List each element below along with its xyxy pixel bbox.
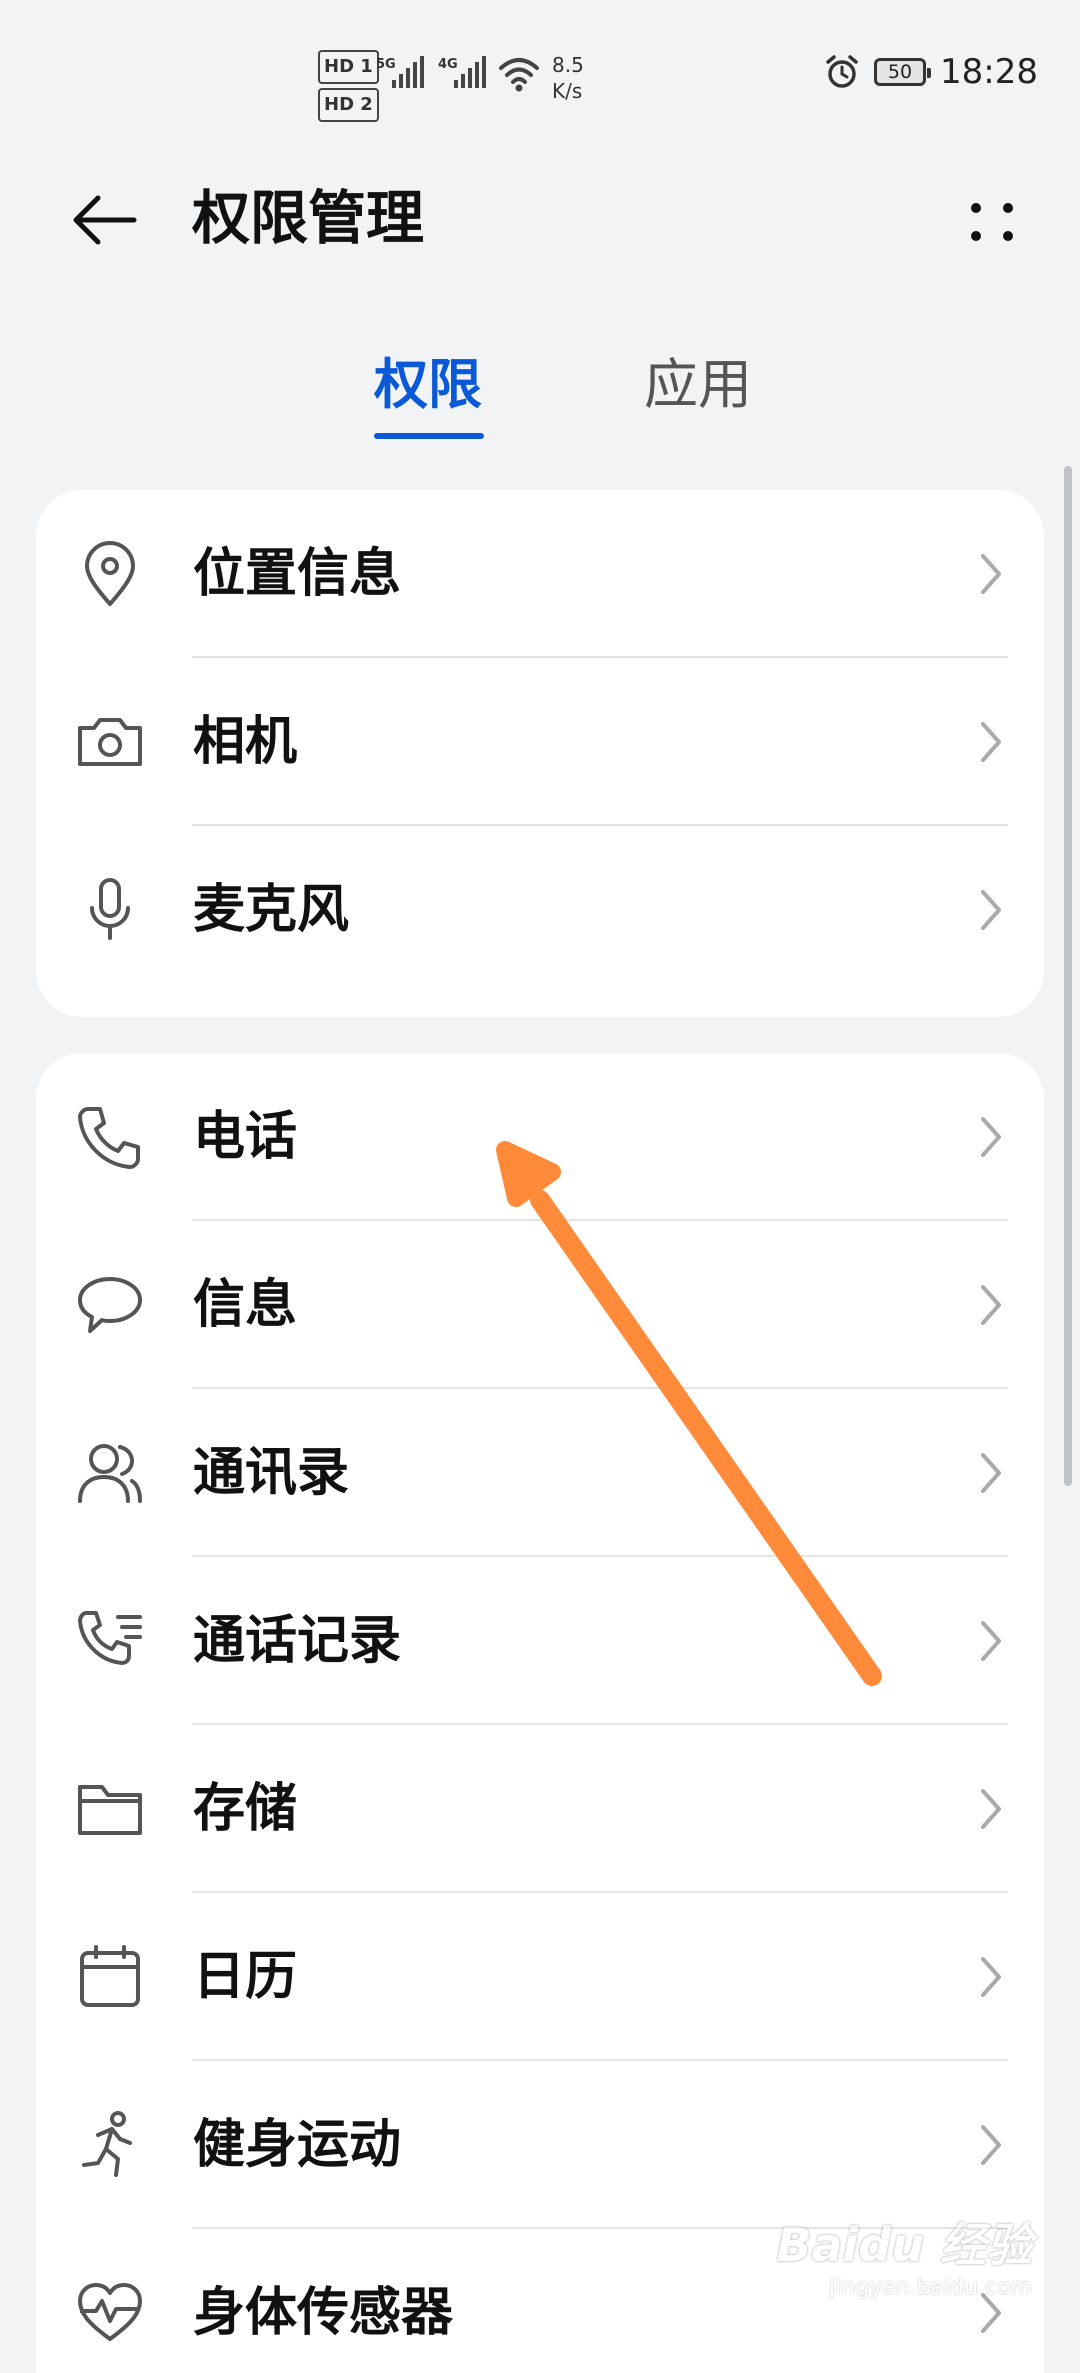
battery-level: 50 (887, 61, 913, 83)
chevron-right-icon (981, 1285, 1001, 1325)
list-item-label: 电话 (193, 1107, 298, 1167)
list-item-label: 信息 (193, 1275, 298, 1335)
page-title: 权限管理 (192, 184, 425, 252)
folder-icon (78, 1785, 142, 1835)
alarm-icon (826, 55, 858, 88)
list-item-label: 相机 (193, 712, 298, 772)
watermark-sub: jingyan.baidu.com (828, 2275, 1032, 2300)
hd1-badge: HD 1 (318, 50, 379, 84)
heart-rate-icon (78, 2283, 142, 2341)
tab-bar: 权限 应用 (0, 345, 1080, 445)
app-header: 权限管理 (0, 160, 1080, 270)
chevron-right-icon (981, 2125, 1001, 2165)
chevron-right-icon (981, 1117, 1001, 1157)
more-options-icon[interactable] (952, 180, 1032, 260)
list-item-label: 麦克风 (193, 880, 350, 940)
list-item-label: 存储 (193, 1779, 298, 1839)
chevron-right-icon (981, 890, 1001, 930)
running-icon (82, 2111, 132, 2177)
tab-permissions[interactable]: 权限 (374, 345, 484, 439)
contacts-icon (78, 1444, 142, 1503)
signal-4g-icon: 4G (438, 56, 486, 88)
list-item-contacts[interactable]: 通讯录 (36, 1389, 1044, 1557)
location-icon (85, 541, 135, 606)
battery-indicator: 50 (874, 58, 932, 86)
speed-unit: K/s (552, 79, 583, 103)
microphone-icon (90, 878, 130, 940)
clock: 18:28 (940, 52, 1038, 92)
list-item-label: 日历 (193, 1947, 298, 2007)
speed-value: 8.5 (552, 53, 584, 77)
status-right: 50 18:28 (824, 52, 1038, 92)
hd-voice-indicator: HD 1 HD 2 (318, 50, 379, 126)
camera-icon (78, 718, 142, 766)
status-bar: HD 1 HD 2 5G 4G 8.5 K/s 50 18:28 (0, 0, 1080, 130)
wifi-icon (499, 58, 539, 92)
back-arrow-icon[interactable] (62, 180, 142, 260)
list-item-label: 通话记录 (193, 1611, 402, 1671)
list-item-storage[interactable]: 存储 (36, 1725, 1044, 1893)
phone-icon (78, 1107, 140, 1169)
chevron-right-icon (981, 1621, 1001, 1661)
permission-group-2: 电话 信息 通讯录 通话记录 存储 日历 健身运动 身体传感器 (36, 1053, 1044, 2373)
list-item-fitness[interactable]: 健身运动 (36, 2061, 1044, 2229)
list-item-microphone[interactable]: 麦克风 (36, 826, 1044, 994)
list-item-location[interactable]: 位置信息 (36, 490, 1044, 658)
watermark-main: Baidu 经验 (776, 2218, 1032, 2272)
chevron-right-icon (981, 554, 1001, 594)
chevron-right-icon (981, 1957, 1001, 1997)
scrollbar[interactable] (1064, 466, 1072, 1486)
hd2-badge: HD 2 (318, 88, 379, 122)
list-item-label: 通讯录 (193, 1443, 350, 1503)
calendar-icon (80, 1945, 140, 2007)
sig2-label: 4G (438, 57, 458, 72)
network-speed: 8.5 K/s (552, 52, 584, 104)
list-item-phone[interactable]: 电话 (36, 1053, 1044, 1221)
message-icon (78, 1277, 142, 1333)
sig1-label: 5G (376, 57, 396, 72)
list-item-call-log[interactable]: 通话记录 (36, 1557, 1044, 1725)
chevron-right-icon (981, 1789, 1001, 1829)
tab-apps[interactable]: 应用 (644, 345, 752, 425)
list-item-label: 身体传感器 (193, 2283, 454, 2343)
chevron-right-icon (981, 1453, 1001, 1493)
watermark: Baidu 经验 jingyan.baidu.com (776, 2209, 1032, 2300)
list-item-label: 健身运动 (193, 2115, 402, 2175)
list-item-calendar[interactable]: 日历 (36, 1893, 1044, 2061)
list-item-messages[interactable]: 信息 (36, 1221, 1044, 1389)
signal-5g-icon: 5G (376, 56, 424, 88)
call-log-icon (78, 1611, 142, 1665)
list-item-label: 位置信息 (193, 544, 402, 604)
permission-group-1: 位置信息 相机 麦克风 (36, 490, 1044, 1017)
list-item-camera[interactable]: 相机 (36, 658, 1044, 826)
chevron-right-icon (981, 722, 1001, 762)
